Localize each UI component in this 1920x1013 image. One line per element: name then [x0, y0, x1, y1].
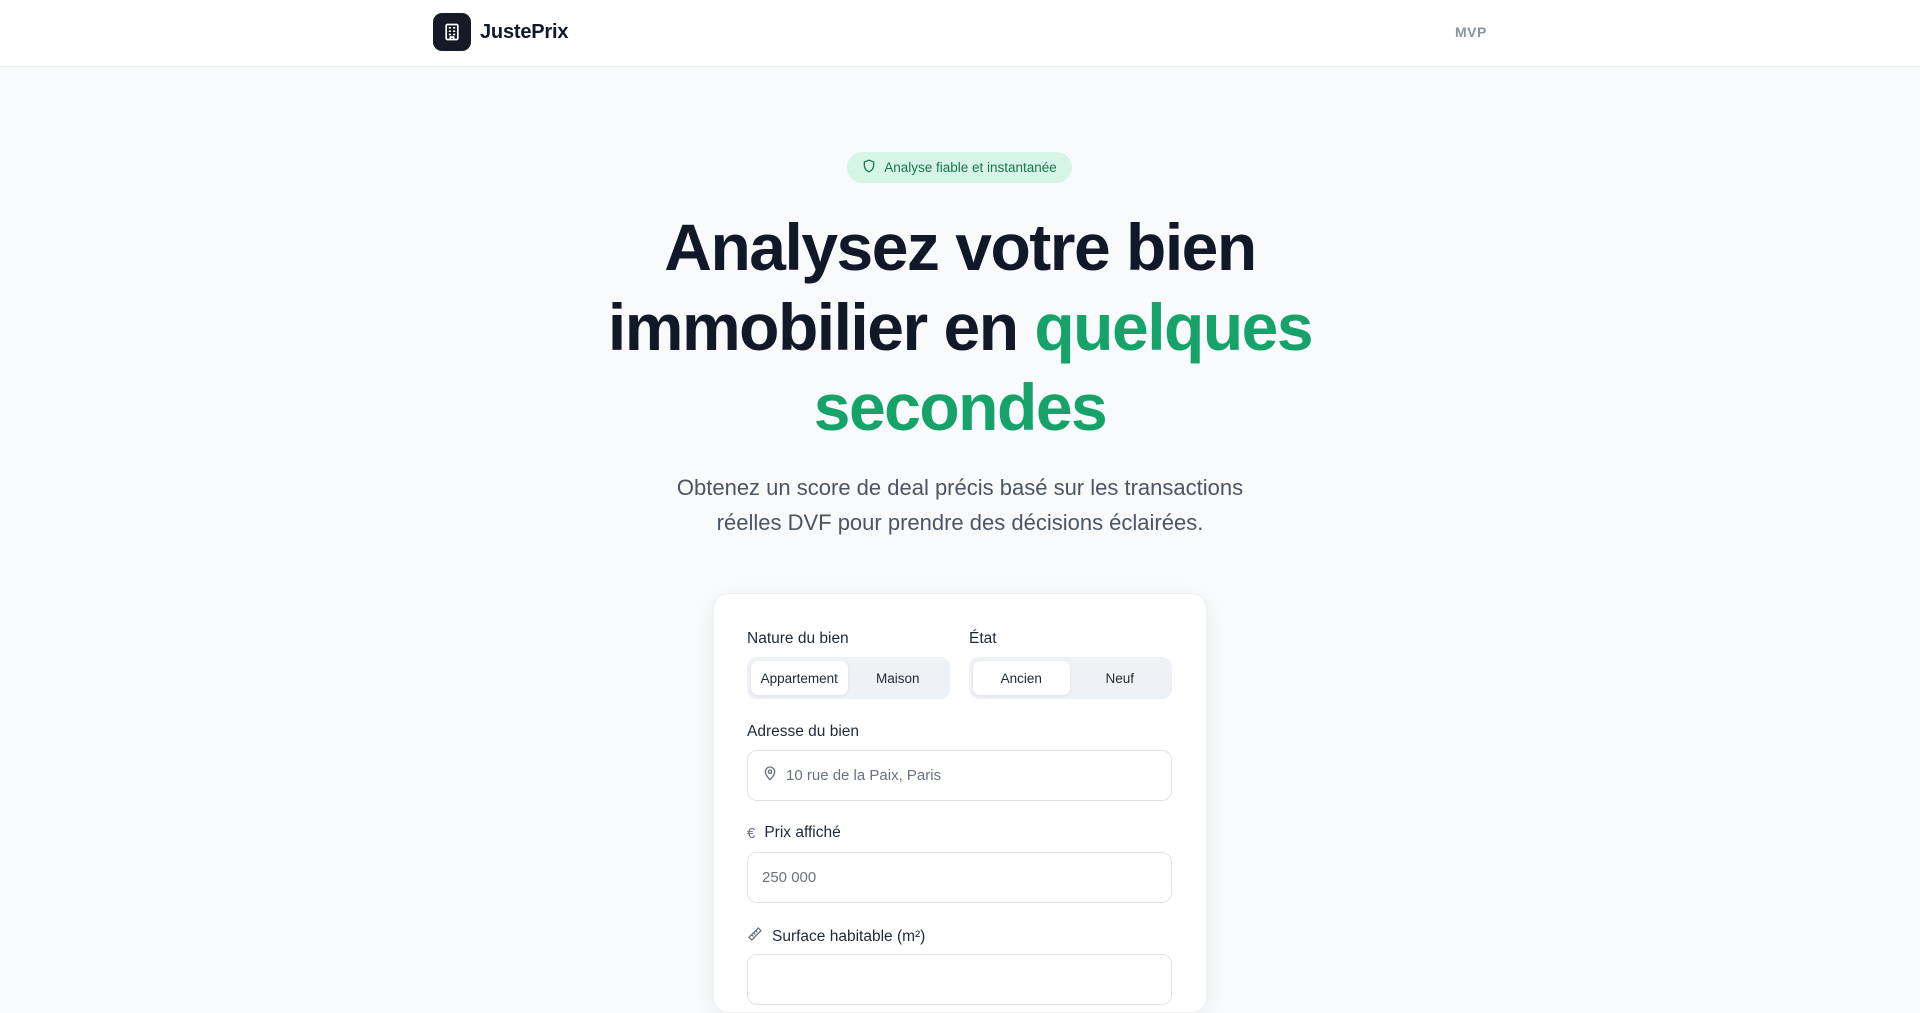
page-title: Analysez votre bien immobilier en quelqu… — [560, 207, 1360, 447]
surface-label: Surface habitable (m²) — [772, 927, 926, 945]
page-subtitle: Obtenez un score de deal précis basé sur… — [640, 470, 1280, 540]
subtitle-line-1: Obtenez un score de deal précis basé sur… — [676, 475, 1244, 500]
etat-option-neuf[interactable]: Neuf — [1072, 661, 1169, 695]
price-input[interactable] — [762, 869, 1171, 886]
analysis-form-card: Nature du bien Appartement Maison État A… — [713, 593, 1207, 1013]
title-line-3-accent: secondes — [813, 370, 1108, 444]
brand-link[interactable]: JustePrix — [433, 13, 568, 51]
ruler-icon — [747, 926, 763, 947]
nature-option-maison[interactable]: Maison — [850, 661, 947, 695]
top-navbar: JustePrix MVP — [0, 0, 1920, 67]
title-line-2-plain: immobilier en — [607, 290, 1035, 364]
badge-text: Analyse fiable et instantanée — [884, 160, 1057, 175]
surface-label-row: Surface habitable (m²) — [747, 926, 925, 947]
title-line-1: Analysez votre bien — [664, 210, 1257, 284]
etat-option-ancien[interactable]: Ancien — [973, 661, 1070, 695]
price-label-row: € Prix affiché — [747, 824, 841, 842]
euro-icon: € — [747, 824, 756, 842]
reliability-badge: Analyse fiable et instantanée — [847, 152, 1072, 183]
building-icon — [433, 13, 471, 51]
map-pin-icon — [762, 765, 778, 786]
surface-field[interactable] — [747, 954, 1172, 1005]
nature-label: Nature du bien — [747, 630, 849, 647]
mvp-label: MVP — [1455, 24, 1487, 40]
address-input[interactable] — [786, 767, 1171, 784]
address-label: Adresse du bien — [747, 723, 860, 740]
etat-label: État — [969, 630, 997, 647]
price-field[interactable] — [747, 852, 1172, 903]
brand-name: JustePrix — [480, 20, 569, 43]
title-line-2-accent: quelques — [1034, 290, 1313, 364]
price-label: Prix affiché — [764, 824, 841, 841]
nature-toggle: Appartement Maison — [747, 657, 950, 699]
shield-icon — [862, 159, 876, 176]
nature-option-appartement[interactable]: Appartement — [751, 661, 848, 695]
subtitle-line-2: réelles DVF pour prendre des décisions é… — [716, 510, 1204, 535]
etat-toggle: Ancien Neuf — [969, 657, 1172, 699]
address-field[interactable] — [747, 750, 1172, 801]
